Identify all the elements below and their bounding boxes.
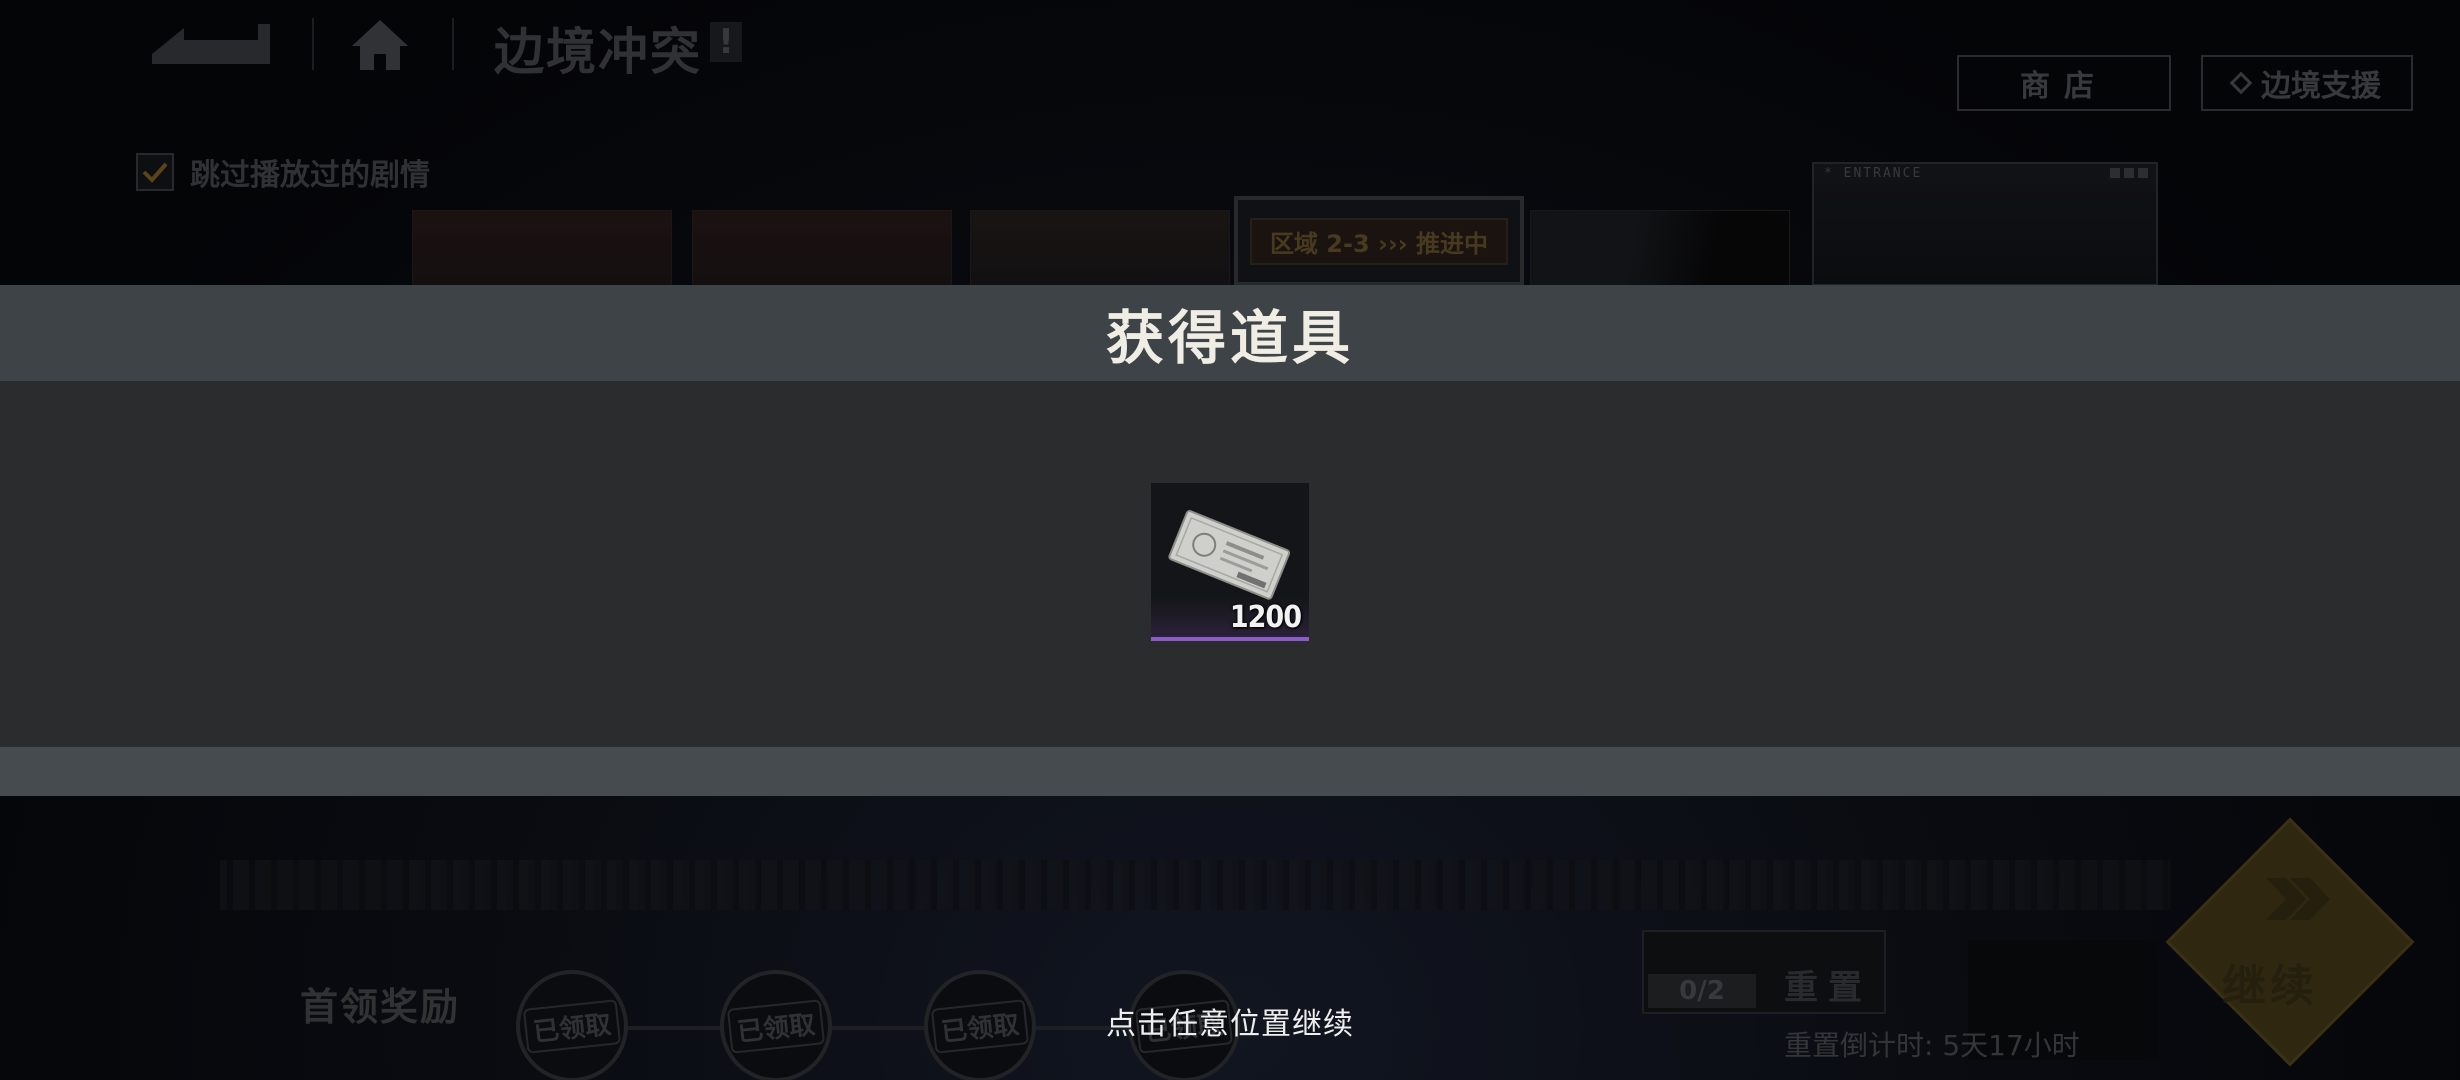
continue-hint: 点击任意位置继续 [1106,1007,1354,1042]
game-screen[interactable]: 边境冲突 ! 商店 边境支援 跳过播放过的剧情 区域 2-3 ››› 推进中 *… [0,0,2460,1080]
popup-footer [0,747,2460,796]
reward-item-slot[interactable]: 1200 [1151,483,1309,641]
rarity-bar [1151,637,1309,641]
popup-header: 获得道具 [0,285,2460,381]
item-count: 1200 [1229,600,1302,635]
banknote-icon [1168,510,1291,600]
popup-title: 获得道具 [1105,304,1354,372]
